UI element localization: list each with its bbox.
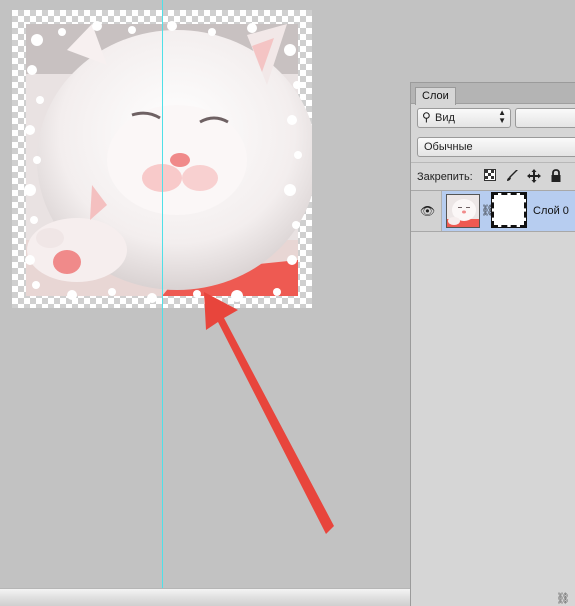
layer-thumbnail[interactable]	[446, 194, 480, 228]
panel-tabbar: Слои	[411, 83, 575, 105]
layer-filter-select[interactable]: ⚲ Вид ▲ ▼	[417, 108, 511, 128]
layer-mask-thumbnail[interactable]	[491, 192, 527, 228]
tab-layers[interactable]: Слои	[415, 87, 456, 105]
layer-visibility-toggle[interactable]: 👁	[411, 191, 442, 231]
link-layers-icon[interactable]: ⛓	[556, 592, 570, 605]
red-annotation-arrow	[204, 292, 334, 534]
blend-mode-select[interactable]: Обычные	[417, 137, 575, 157]
lock-transparent-pixels-icon[interactable]	[483, 169, 497, 183]
lock-image-pixels-icon[interactable]	[505, 169, 519, 183]
search-icon: ⚲	[422, 110, 431, 124]
lock-label: Закрепить:	[417, 171, 473, 183]
blend-mode-value: Обычные	[424, 141, 473, 153]
updown-arrows-icon: ▲ ▼	[498, 108, 506, 125]
layer-filter-value: Вид	[435, 112, 455, 124]
document-canvas-area[interactable]	[0, 0, 410, 590]
lock-all-icon[interactable]	[549, 169, 563, 183]
layer-row[interactable]: 👁 ⛓ Слой 0	[411, 191, 575, 232]
horizontal-scrollbar[interactable]	[0, 588, 410, 606]
lock-position-icon[interactable]	[527, 169, 541, 183]
layers-panel: Слои ⚲ Вид ▲ ▼ Обычные Закрепить: 👁 ⛓ Сл…	[410, 82, 575, 606]
layer-name[interactable]: Слой 0	[533, 205, 569, 217]
divider	[411, 162, 575, 163]
filter-type-button[interactable]	[515, 108, 575, 128]
eye-icon: 👁	[420, 204, 436, 218]
